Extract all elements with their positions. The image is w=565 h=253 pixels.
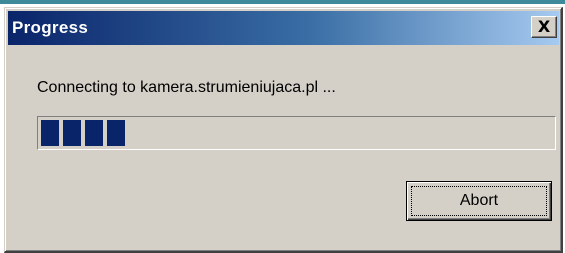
abort-button[interactable]: Abort	[406, 181, 552, 221]
progress-bar	[37, 116, 556, 150]
progress-fill	[40, 119, 553, 147]
desktop: Progress X Connecting to kamera.strumien…	[0, 0, 565, 253]
progress-dialog: Progress X Connecting to kamera.strumien…	[4, 7, 563, 253]
window-title: Progress	[12, 18, 89, 37]
progress-block	[63, 120, 81, 146]
status-message: Connecting to kamera.strumieniujaca.pl .…	[37, 79, 336, 96]
progress-block	[85, 120, 103, 146]
progress-block	[107, 120, 125, 146]
progress-block	[41, 120, 59, 146]
title-bar[interactable]: Progress X	[8, 11, 559, 45]
close-icon: X	[537, 17, 551, 36]
close-button[interactable]: X	[531, 16, 557, 38]
desktop-edge	[0, 0, 565, 4]
abort-button-label: Abort	[411, 186, 547, 216]
